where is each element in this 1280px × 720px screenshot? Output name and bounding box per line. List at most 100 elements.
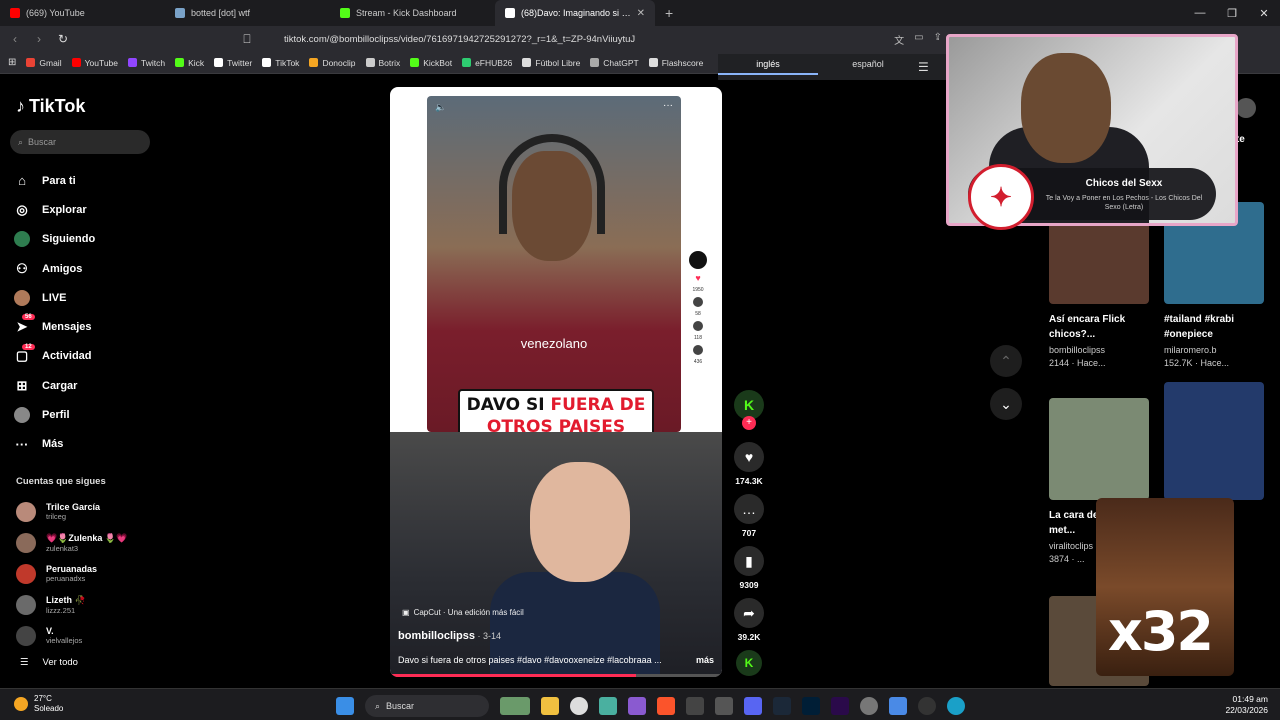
sidebar-item-para-ti[interactable]: ⌂ Para ti	[14, 166, 95, 195]
close-window-button[interactable]: ✕	[1248, 7, 1280, 20]
following-item[interactable]: Lizeth 🥀 lizzz.251	[16, 589, 127, 620]
url-field[interactable]: tiktok.com/@bombilloclipss/video/7616971…	[264, 29, 884, 49]
sidebar-item-label: Siguiendo	[42, 233, 96, 246]
bookmark-efhub[interactable]: eFHUB26	[462, 58, 512, 68]
bookmark-chatgpt[interactable]: ChatGPT	[590, 58, 639, 68]
settings-icon[interactable]	[860, 697, 878, 715]
streamer-person	[1021, 53, 1111, 163]
minimize-button[interactable]: —	[1184, 7, 1216, 19]
sidebar-item-explorar[interactable]: ◎ Explorar	[14, 195, 95, 224]
language-tab-spanish[interactable]: español	[818, 59, 918, 75]
following-item[interactable]: Peruanadas peruanadxs	[16, 558, 127, 589]
chatgpt-icon	[590, 58, 600, 67]
sidebar-item-siguiendo[interactable]: Siguiendo	[14, 225, 95, 254]
see-all-following[interactable]: ☰ Ver todo	[20, 657, 78, 668]
bookmark-gmail[interactable]: Gmail	[26, 58, 62, 68]
see-all-label: Ver todo	[42, 657, 78, 668]
compass-icon: ◎	[16, 201, 28, 217]
search-icon: ⌕	[18, 136, 24, 147]
discord-icon[interactable]	[744, 697, 762, 715]
sidebar-item-live[interactable]: LIVE	[14, 283, 95, 312]
menu-icon[interactable]: ☰	[918, 60, 929, 74]
bookmark-flashscore[interactable]: Flashscore	[648, 58, 703, 68]
next-video-button[interactable]: ⌄	[990, 388, 1022, 420]
apps-icon[interactable]: ⊞	[8, 57, 16, 68]
flashscore-icon	[648, 58, 658, 67]
photoshop-icon[interactable]	[802, 697, 820, 715]
sidebar-item-mas[interactable]: ··· Más	[14, 430, 95, 459]
sidebar-item-actividad[interactable]: ▢ 12 Actividad	[14, 342, 95, 371]
search-input[interactable]: ⌕ Buscar	[10, 130, 150, 154]
follow-plus-button[interactable]: +	[742, 416, 756, 430]
weather-widget[interactable]: 27°C Soleado	[14, 694, 63, 714]
capcut-label[interactable]: ▣ CapCut · Una edición más fácil	[402, 608, 524, 617]
tab-botted[interactable]: botted [dot] wtf	[165, 0, 330, 26]
sidebar-item-perfil[interactable]: Perfil	[14, 400, 95, 429]
bookmark-futbol-libre[interactable]: Fútbol Libre	[522, 58, 580, 68]
notepad-icon[interactable]	[889, 697, 907, 715]
suggested-video-card[interactable]: #tailand #krabi #onepiece milaromero.b 1…	[1164, 202, 1264, 368]
bookmark-tiktok[interactable]: TikTok	[262, 58, 299, 68]
video-progress-bar[interactable]	[390, 674, 722, 677]
brave-icon[interactable]	[657, 697, 675, 715]
sound-avatar[interactable]: K	[736, 650, 762, 676]
bookmark-icon[interactable]: ⎕	[240, 32, 254, 47]
song-title: Chicos del Sexx	[1085, 178, 1163, 189]
system-clock[interactable]: 01:49 am 22/03/2026	[1225, 694, 1268, 716]
save-button[interactable]: ▮ 9309	[734, 546, 764, 590]
bookmark-botrix[interactable]: Botrix	[365, 58, 400, 68]
app-icon[interactable]	[628, 697, 646, 715]
share-button[interactable]: ➦ 39.2K	[734, 598, 764, 642]
close-tab-icon[interactable]: ✕	[637, 8, 645, 19]
like-button[interactable]: ♥ 174.3K	[734, 442, 764, 486]
bookmark-youtube[interactable]: YouTube	[71, 58, 118, 68]
calculator-icon[interactable]	[715, 697, 733, 715]
language-tab-english[interactable]: inglés	[718, 59, 818, 75]
new-tab-button[interactable]: +	[655, 5, 683, 21]
comment-button[interactable]: … 707	[734, 494, 764, 538]
app-icon[interactable]	[686, 697, 704, 715]
home-icon: ⌂	[18, 173, 26, 189]
forward-icon[interactable]: ›	[32, 32, 46, 46]
translate-icon[interactable]: 文	[894, 32, 904, 47]
profile-avatar[interactable]	[1236, 98, 1256, 118]
premiere-icon[interactable]	[831, 697, 849, 715]
tiktok-logo[interactable]: ♪ TikTok	[16, 96, 85, 117]
bookmark-donoclip[interactable]: Donoclip	[309, 58, 356, 68]
back-icon[interactable]: ‹	[8, 32, 22, 46]
cast-icon[interactable]: ▭	[914, 32, 923, 47]
edge-icon[interactable]	[947, 697, 965, 715]
following-item[interactable]: V. vielvallejos	[16, 620, 127, 651]
chrome-icon[interactable]	[570, 697, 588, 715]
more-link[interactable]: más	[696, 655, 714, 665]
bookmark-kick[interactable]: Kick	[175, 58, 204, 68]
tab-tiktok-active[interactable]: (68)Davo: Imaginando si Fuera ✕	[495, 0, 655, 26]
windows-start-icon[interactable]	[336, 697, 354, 715]
reload-icon[interactable]: ↻	[56, 32, 70, 46]
sidebar-item-mensajes[interactable]: ➤ 56 Mensajes	[14, 312, 95, 341]
widget-icon[interactable]	[500, 697, 530, 715]
bookmark-twitch[interactable]: Twitch	[128, 58, 165, 68]
following-item[interactable]: 💗🌷Zulenka 🌷💗 zulenkat3	[16, 527, 127, 558]
sidebar-item-amigos[interactable]: ⚇ Amigos	[14, 254, 95, 283]
tab-kick-dashboard[interactable]: Stream - Kick Dashboard	[330, 0, 495, 26]
tab-youtube[interactable]: (669) YouTube	[0, 0, 165, 26]
bookmark-kickbot[interactable]: KickBot	[410, 58, 452, 68]
video-author[interactable]: bombilloclipss · 3-14	[398, 630, 501, 642]
video-player[interactable]: 🔈 ··· venezolano ♥ 1950 58 118 436 DAVO …	[390, 87, 722, 677]
steam-icon[interactable]	[773, 697, 791, 715]
file-explorer-icon[interactable]	[541, 697, 559, 715]
following-avatar-icon	[14, 231, 30, 248]
suggested-video-card[interactable]: Así encara Flick chicos?... bombilloclip…	[1049, 202, 1149, 368]
previous-video-button[interactable]: ⌃	[990, 345, 1022, 377]
share-icon[interactable]: ⇪	[934, 32, 942, 47]
taskbar-search[interactable]: ⌕ Buscar	[365, 695, 489, 717]
bookmark-twitter[interactable]: Twitter	[214, 58, 252, 68]
following-item[interactable]: Trilce García trilceg	[16, 496, 127, 527]
temperature: 27°C	[34, 694, 52, 703]
media-player-icon[interactable]	[918, 697, 936, 715]
maximize-button[interactable]: ❐	[1216, 7, 1248, 20]
app-icon[interactable]	[599, 697, 617, 715]
sidebar-item-cargar[interactable]: ⊞ Cargar	[14, 371, 95, 400]
following-name: Lizeth 🥀	[46, 594, 86, 605]
